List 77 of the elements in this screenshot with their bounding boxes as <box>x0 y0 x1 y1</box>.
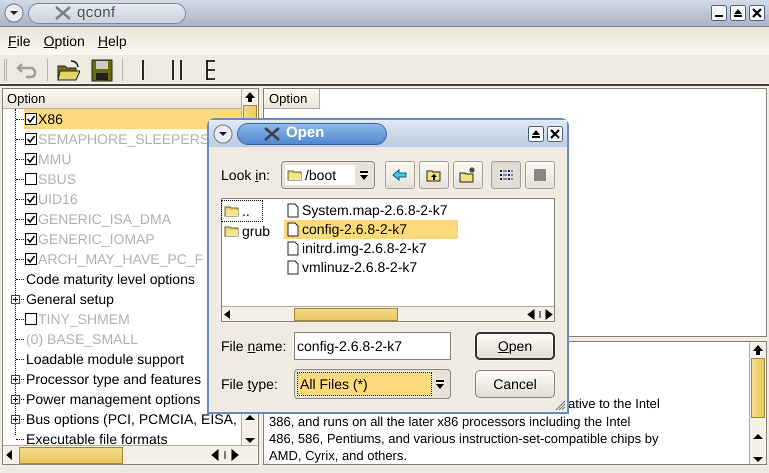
field-label: File name: <box>221 336 288 356</box>
horizontal-scrollbar[interactable] <box>222 306 554 321</box>
expand-icon[interactable] <box>11 395 20 404</box>
expand-icon[interactable] <box>11 295 20 304</box>
folder-icon <box>224 204 240 218</box>
file-name-field[interactable]: config-2.6.8-2-k7 <box>294 332 451 360</box>
arrow-left-icon <box>391 166 409 184</box>
close-icon[interactable] <box>749 5 765 21</box>
tree-view-icon <box>206 60 216 80</box>
listed-file[interactable]: System.map-2.6.8-2-k7 <box>284 201 458 220</box>
file-icon <box>286 260 299 275</box>
listed-file[interactable]: vmlinuz-2.6.8-2-k7 <box>284 258 458 277</box>
tree-item[interactable]: Loadable module support <box>26 348 184 370</box>
minimize-icon[interactable] <box>711 5 727 21</box>
menu-item[interactable]: Option <box>44 30 85 52</box>
dropdown-icon[interactable] <box>433 377 447 391</box>
tree-item[interactable]: General setup <box>26 288 114 310</box>
help-text: 386, and runs on all the later x86 processors including the Intel 486, 586, Pentiums, and various instruction-set-compatible chips by AMD, Cyrix, and others. <box>269 413 658 464</box>
vertical-scrollbar[interactable] <box>749 342 766 464</box>
checkbox[interactable] <box>25 113 37 125</box>
tree-row[interactable]: General setup <box>3 289 241 309</box>
toolbar-grip <box>4 58 7 80</box>
scrollbar-thumb[interactable] <box>19 446 123 464</box>
list-view-button[interactable] <box>491 161 521 189</box>
close-icon[interactable] <box>547 126 563 142</box>
arrows-horizontal-icon[interactable] <box>210 447 240 463</box>
tree-row[interactable]: Executable file formats <box>3 429 241 445</box>
tree-item[interactable]: Power management options <box>26 388 200 410</box>
dropdown-icon[interactable] <box>357 168 371 182</box>
open-folder-icon <box>56 58 80 82</box>
folder-icon <box>224 224 240 238</box>
single-view-icon <box>141 60 145 80</box>
column-header[interactable]: Option <box>264 89 320 109</box>
new-folder-button[interactable] <box>453 161 483 189</box>
tree-row[interactable]: Code maturity level options <box>3 269 241 289</box>
tree-item[interactable]: Executable file formats <box>26 428 168 445</box>
arrows-horizontal-icon[interactable] <box>526 308 554 320</box>
listed-file[interactable]: config-2.6.8-2-k7 <box>284 220 458 239</box>
listed-file[interactable]: initrd.img-2.6.8-2-k7 <box>284 239 458 258</box>
x-logo-icon <box>55 6 71 20</box>
scrollbar-thumb[interactable] <box>751 358 765 418</box>
horizontal-scrollbar[interactable] <box>3 445 258 464</box>
file-type-dropdown[interactable]: All Files (*) <box>294 369 451 399</box>
expand-icon[interactable] <box>11 375 20 384</box>
up-folder-button[interactable] <box>419 161 449 189</box>
help-text-fragment: ative to the Intel <box>568 395 660 413</box>
floppy-icon <box>90 58 114 82</box>
window-menu-icon[interactable] <box>213 124 233 144</box>
menu-item[interactable]: Help <box>98 30 127 52</box>
resize-grip-icon[interactable] <box>554 399 566 411</box>
window-title: qconf <box>77 2 116 23</box>
file-icon <box>286 241 299 256</box>
tree-item[interactable]: Bus options (PCI, PCMCIA, EISA, <box>26 408 237 430</box>
tree-item[interactable]: Code maturity level options <box>26 268 195 290</box>
x-logo-icon <box>264 126 280 140</box>
push-button[interactable]: Cancel <box>475 370 555 398</box>
column-header[interactable]: Option <box>3 89 241 109</box>
tree-row[interactable]: Bus options (PCI, PCMCIA, EISA, <box>3 409 241 429</box>
dialog-title: Open <box>286 123 324 144</box>
detail-view-button[interactable] <box>525 161 555 189</box>
split-view-icon <box>171 60 183 80</box>
maximize-icon[interactable] <box>528 126 544 142</box>
new-folder-icon <box>459 166 477 184</box>
maximize-icon[interactable] <box>730 5 746 21</box>
file-icon <box>286 203 299 218</box>
window-menu-icon[interactable] <box>4 3 24 23</box>
expand-icon[interactable] <box>11 415 20 424</box>
scrollbar-thumb[interactable] <box>294 308 398 320</box>
tree-item[interactable]: Processor type and features <box>26 368 202 390</box>
menu-item[interactable]: File <box>8 30 31 52</box>
look-in-dropdown[interactable]: /boot <box>281 161 375 189</box>
tree-item[interactable]: X86 <box>38 109 63 130</box>
back-button[interactable] <box>385 161 415 189</box>
dropdown-value: /boot <box>305 166 336 184</box>
folder-icon <box>287 168 303 182</box>
push-button[interactable]: Open <box>475 332 555 360</box>
file-icon <box>286 222 299 237</box>
